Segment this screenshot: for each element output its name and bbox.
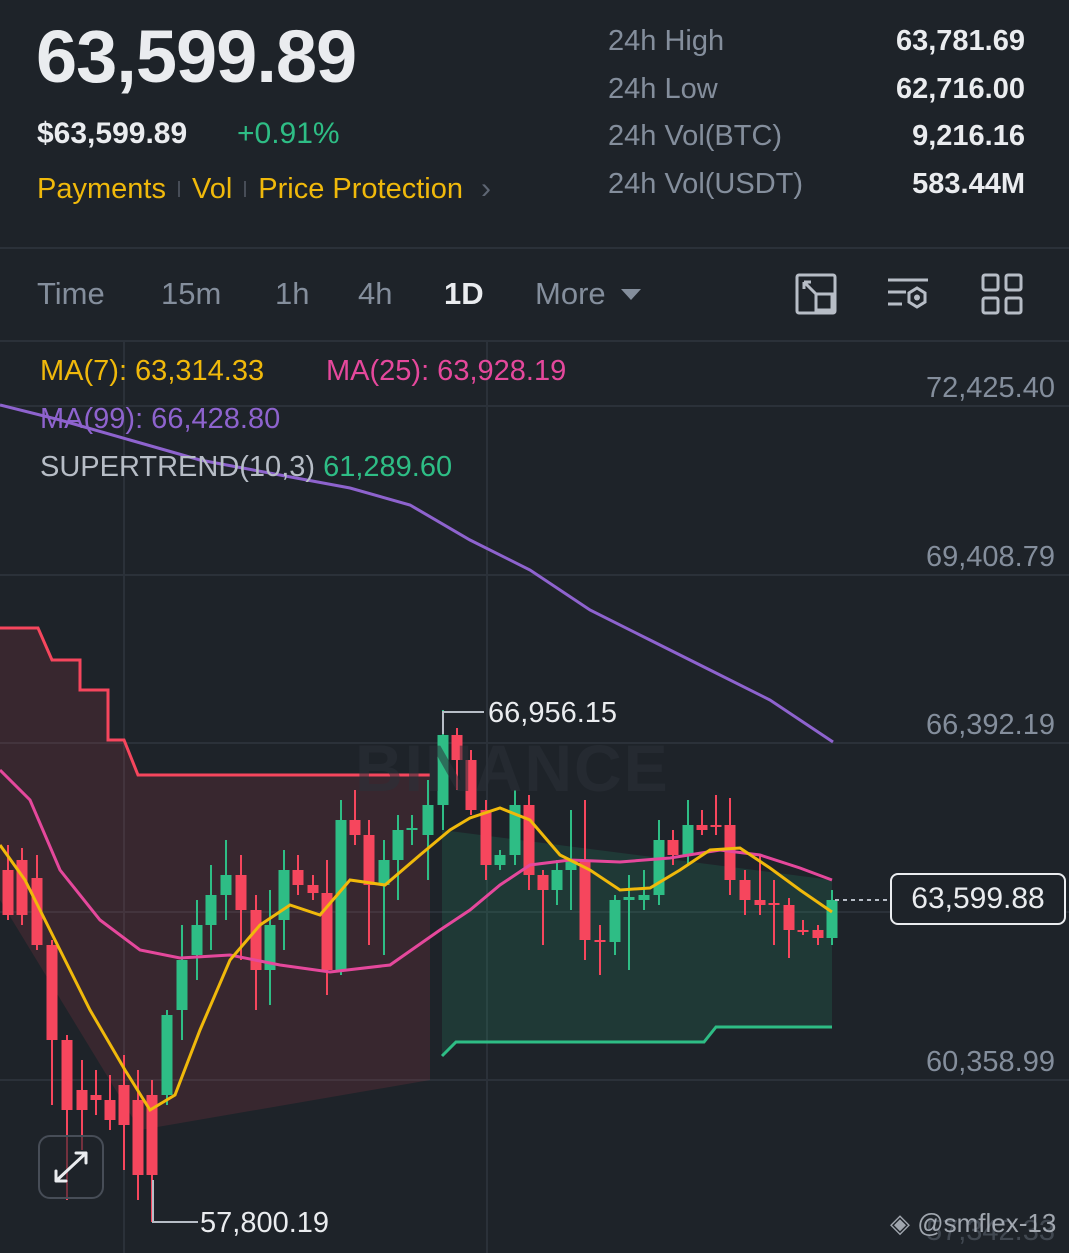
ma99-legend: MA(99): 66,428.80 xyxy=(40,403,281,435)
candle-body xyxy=(797,930,809,932)
chevron-right-icon[interactable]: › xyxy=(481,172,491,206)
candle-body xyxy=(623,897,635,900)
fiat-price: $63,599.89 xyxy=(37,117,188,150)
tag-price-protection[interactable]: Price Protection xyxy=(258,173,463,206)
price-axis-tick: 66,392.19 xyxy=(925,709,1055,741)
indicator-settings-icon[interactable] xyxy=(886,272,930,316)
tag-row: Payments Vol Price Protection › xyxy=(37,172,491,206)
candle-body xyxy=(76,1090,88,1110)
caret-down-icon xyxy=(620,289,641,300)
candle-body xyxy=(551,870,563,890)
credit-handle: @smflex-13 xyxy=(917,1208,1057,1238)
stat-value-24h-low: 62,716.00 xyxy=(895,73,1025,105)
price-change-percent: +0.91% xyxy=(237,117,340,150)
candle-body xyxy=(176,960,188,1010)
tab-4h[interactable]: 4h xyxy=(358,276,392,312)
ma7-legend: MA(7): 63,314.33 xyxy=(40,355,265,387)
candle-body xyxy=(307,885,319,893)
candle-body xyxy=(363,835,375,885)
tab-1d[interactable]: 1D xyxy=(444,276,484,312)
supertrend-value: 61,289.60 xyxy=(323,451,453,483)
candle-body xyxy=(235,875,247,910)
candle-body xyxy=(594,940,606,942)
tab-15m[interactable]: 15m xyxy=(161,276,221,312)
stat-label-24h-high: 24h High xyxy=(608,25,725,57)
candle-body xyxy=(161,1015,173,1095)
tab-time[interactable]: Time xyxy=(37,276,105,312)
candle-body xyxy=(826,900,838,938)
candle-body xyxy=(46,945,58,1040)
supertrend-legend: SUPERTREND(10,3) 61,289.60 xyxy=(40,451,452,484)
candle-body xyxy=(696,825,708,830)
candle-body xyxy=(579,860,591,940)
tab-1h[interactable]: 1h xyxy=(275,276,309,312)
tag-payments[interactable]: Payments xyxy=(37,173,166,206)
chart-settings-icon[interactable] xyxy=(794,272,838,316)
credit-text: ◈ @smflex-13 xyxy=(890,1208,1056,1239)
candle-body xyxy=(783,905,795,930)
watermark-logo: BINANCE xyxy=(355,731,670,805)
stat-label-24h-vol-btc: 24h Vol(BTC) xyxy=(608,120,783,152)
candle-body xyxy=(61,1040,73,1110)
stat-value-24h-high: 63,781.69 xyxy=(895,25,1025,57)
candle-body xyxy=(205,895,217,925)
candle-body xyxy=(90,1095,102,1100)
candle-body xyxy=(480,810,492,865)
candle-body xyxy=(768,903,780,905)
candle-body xyxy=(812,930,824,938)
candle-body xyxy=(220,875,232,895)
stat-value-24h-vol-btc: 9,216.16 xyxy=(912,120,1025,152)
candle-body xyxy=(118,1085,130,1125)
candle-body xyxy=(682,825,694,855)
candle-body xyxy=(537,875,549,890)
binance-square-icon: ◈ xyxy=(890,1208,910,1238)
candle-body xyxy=(392,830,404,860)
tag-vol[interactable]: Vol xyxy=(192,173,232,206)
candle-body xyxy=(422,805,434,835)
candle-body xyxy=(653,840,665,895)
low-marker-line xyxy=(152,1180,198,1223)
tag-divider xyxy=(177,181,180,197)
expand-arrows-icon xyxy=(54,1151,88,1183)
ma25-legend: MA(25): 63,928.19 xyxy=(326,355,567,387)
candle-body xyxy=(349,820,361,835)
tab-more[interactable]: More xyxy=(535,276,644,312)
candle-body xyxy=(609,900,621,942)
current-price-tag: 63,599.88 xyxy=(890,873,1066,925)
stat-value-24h-vol-usdt: 583.44M xyxy=(912,168,1025,200)
candle-body xyxy=(494,855,506,865)
tag-divider xyxy=(244,181,247,197)
stat-label-24h-low: 24h Low xyxy=(608,73,718,105)
tab-more-label: More xyxy=(535,276,606,311)
candle-body xyxy=(191,925,203,955)
fullscreen-button[interactable] xyxy=(38,1135,104,1199)
candle-body xyxy=(754,900,766,905)
candle-body xyxy=(132,1100,144,1175)
price-axis-tick: 60,358.99 xyxy=(925,1046,1055,1078)
candle-body xyxy=(638,895,650,900)
stat-label-24h-vol-usdt: 24h Vol(USDT) xyxy=(608,168,804,200)
layout-grid-icon[interactable] xyxy=(980,272,1024,316)
last-price: 63,599.89 xyxy=(36,15,357,98)
header-divider xyxy=(0,247,1069,249)
candle-body xyxy=(104,1100,116,1120)
low-price-label: 57,800.19 xyxy=(200,1207,330,1239)
candle-body xyxy=(292,870,304,885)
candle-body xyxy=(2,870,14,915)
candle-body xyxy=(710,825,722,827)
supertrend-label: SUPERTREND(10,3) xyxy=(40,451,316,483)
candle-body xyxy=(739,880,751,900)
price-axis-tick: 69,408.79 xyxy=(925,541,1055,573)
price-axis-tick: 72,425.40 xyxy=(925,372,1055,404)
candle-body xyxy=(406,828,418,830)
candle-body xyxy=(667,840,679,855)
high-price-label: 66,956.15 xyxy=(488,697,618,729)
